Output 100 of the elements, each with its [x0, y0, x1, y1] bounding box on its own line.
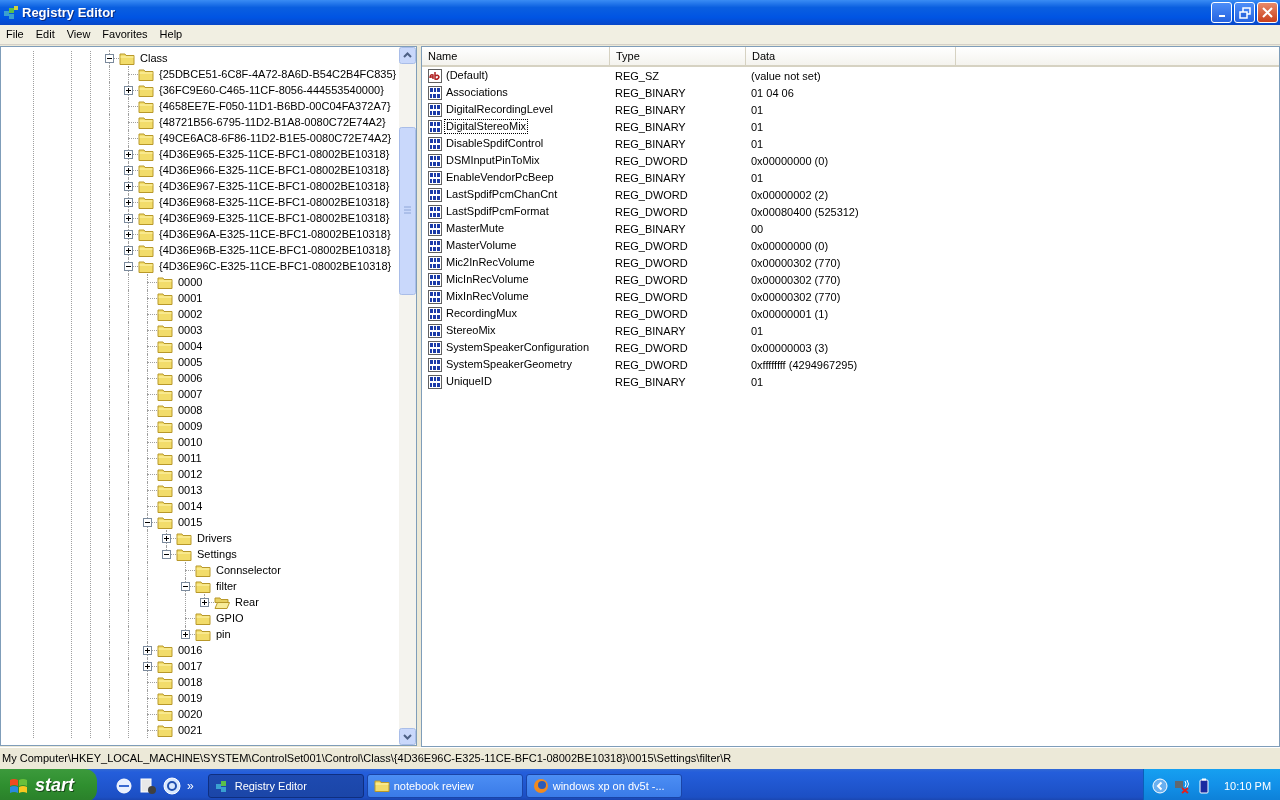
- collapse-button[interactable]: [124, 262, 133, 271]
- value-name[interactable]: UniqueID: [444, 374, 494, 389]
- tree-item[interactable]: {4D36E96A-E325-11CE-BFC1-08002BE10318}: [157, 227, 393, 241]
- tree-item[interactable]: 0001: [176, 291, 205, 305]
- menu-item[interactable]: Help: [153, 26, 189, 43]
- column-header[interactable]: Data: [746, 47, 956, 65]
- restore-button[interactable]: [1234, 2, 1255, 23]
- value-name[interactable]: LastSpdifPcmFormat: [444, 204, 551, 219]
- tree-item[interactable]: {4D36E966-E325-11CE-BFC1-08002BE10318}: [157, 163, 392, 177]
- tree-item[interactable]: 0019: [176, 691, 205, 705]
- tree-item[interactable]: 0000: [176, 275, 205, 289]
- scroll-down-button[interactable]: [399, 728, 416, 745]
- value-name[interactable]: DigitalStereoMix: [444, 119, 529, 134]
- tree-item[interactable]: 0014: [176, 499, 205, 513]
- tree-item[interactable]: 0015: [176, 515, 205, 529]
- value-name[interactable]: EnableVendorPcBeep: [444, 170, 556, 185]
- menu-item[interactable]: Edit: [29, 26, 61, 43]
- menu-item[interactable]: View: [60, 26, 97, 43]
- value-name[interactable]: StereoMix: [444, 323, 498, 338]
- tree-item[interactable]: {4D36E969-E325-11CE-BFC1-08002BE10318}: [157, 211, 392, 225]
- scroll-up-button[interactable]: [399, 47, 416, 64]
- tree-item[interactable]: {4D36E967-E325-11CE-BFC1-08002BE10318}: [157, 179, 392, 193]
- expand-button[interactable]: [124, 166, 133, 175]
- desktop-launch-icon[interactable]: [139, 776, 157, 795]
- menu-item[interactable]: File: [0, 26, 30, 43]
- column-header[interactable]: Name: [422, 47, 610, 65]
- expand-button[interactable]: [124, 246, 133, 255]
- expand-button[interactable]: [124, 182, 133, 191]
- more-launchers-button[interactable]: »: [187, 778, 194, 793]
- tree-item[interactable]: Rear: [233, 595, 261, 609]
- value-name[interactable]: LastSpdifPcmChanCnt: [444, 187, 560, 202]
- start-button[interactable]: start: [0, 769, 97, 800]
- scroll-thumb[interactable]: [399, 127, 416, 295]
- browser-launch-icon[interactable]: [115, 776, 133, 795]
- expand-button[interactable]: [162, 534, 171, 543]
- tree-item[interactable]: 0020: [176, 707, 205, 721]
- tree-item[interactable]: 0021: [176, 723, 205, 737]
- battery-icon[interactable]: [1196, 777, 1212, 794]
- taskbar-button[interactable]: Registry Editor: [207, 773, 364, 798]
- tree-item[interactable]: {4D36E965-E325-11CE-BFC1-08002BE10318}: [157, 147, 392, 161]
- tree-item[interactable]: Drivers: [195, 531, 234, 545]
- menu-item[interactable]: Favorites: [96, 26, 154, 43]
- tree-item[interactable]: 0003: [176, 323, 205, 337]
- tree-item[interactable]: Connselector: [214, 563, 283, 577]
- value-name[interactable]: DigitalRecordingLevel: [444, 102, 555, 117]
- value-name[interactable]: Mic2InRecVolume: [444, 255, 537, 270]
- expand-button[interactable]: [143, 662, 152, 671]
- tree-item[interactable]: pin: [214, 627, 233, 641]
- tree-item[interactable]: 0012: [176, 467, 205, 481]
- collapse-button[interactable]: [105, 54, 114, 63]
- tree-item[interactable]: 0016: [176, 643, 205, 657]
- expand-button[interactable]: [124, 230, 133, 239]
- value-name[interactable]: SystemSpeakerGeometry: [444, 357, 574, 372]
- tree-item[interactable]: 0010: [176, 435, 205, 449]
- tree-item[interactable]: 0008: [176, 403, 205, 417]
- value-name[interactable]: DisableSpdifControl: [444, 136, 546, 151]
- tree-item[interactable]: 0017: [176, 659, 205, 673]
- tree-item[interactable]: 0005: [176, 355, 205, 369]
- tree-item[interactable]: 0011: [176, 451, 204, 465]
- tree-item[interactable]: GPIO: [214, 611, 246, 625]
- expand-button[interactable]: [200, 598, 209, 607]
- tree-item[interactable]: 0009: [176, 419, 205, 433]
- collapse-button[interactable]: [181, 582, 190, 591]
- expand-button[interactable]: [124, 198, 133, 207]
- tree-item[interactable]: Settings: [195, 547, 239, 561]
- value-name[interactable]: (Default): [444, 68, 491, 83]
- value-name[interactable]: MasterMute: [444, 221, 507, 236]
- tree-item[interactable]: filter: [214, 579, 239, 593]
- expand-button[interactable]: [181, 630, 190, 639]
- column-header[interactable]: Type: [610, 47, 746, 65]
- app-launch-icon[interactable]: [163, 776, 181, 795]
- taskbar-button[interactable]: windows xp on dv5t -...: [525, 773, 682, 798]
- tree-item[interactable]: 0006: [176, 371, 205, 385]
- expand-button[interactable]: [124, 86, 133, 95]
- tree-item[interactable]: {4D36E96C-E325-11CE-BFC1-08002BE10318}: [157, 259, 394, 273]
- expand-tray-icon[interactable]: [1152, 777, 1168, 794]
- value-name[interactable]: MicInRecVolume: [444, 272, 531, 287]
- tree-item[interactable]: 0013: [176, 483, 205, 497]
- tree-item[interactable]: {48721B56-6795-11D2-B1A8-0080C72E74A2}: [157, 115, 388, 129]
- tree-item[interactable]: {4D36E968-E325-11CE-BFC1-08002BE10318}: [157, 195, 392, 209]
- tree-item[interactable]: {25DBCE51-6C8F-4A72-8A6D-B54C2B4FC835}: [157, 67, 399, 81]
- value-name[interactable]: MasterVolume: [444, 238, 519, 253]
- scrollbar[interactable]: [399, 47, 416, 745]
- close-button[interactable]: [1257, 2, 1278, 23]
- tree-item[interactable]: Class: [138, 51, 170, 65]
- taskbar-button[interactable]: notebook review: [366, 773, 523, 798]
- value-name[interactable]: RecordingMux: [444, 306, 519, 321]
- tree-item[interactable]: {49CE6AC8-6F86-11D2-B1E5-0080C72E74A2}: [157, 131, 394, 145]
- collapse-button[interactable]: [143, 518, 152, 527]
- minimize-button[interactable]: [1211, 2, 1232, 23]
- tree-item[interactable]: {36FC9E60-C465-11CF-8056-444553540000}: [157, 83, 386, 97]
- value-name[interactable]: Associations: [444, 85, 510, 100]
- value-name[interactable]: SystemSpeakerConfiguration: [444, 340, 592, 355]
- tree-item[interactable]: {4D36E96B-E325-11CE-BFC1-08002BE10318}: [157, 243, 393, 257]
- expand-button[interactable]: [143, 646, 152, 655]
- expand-button[interactable]: [124, 150, 133, 159]
- value-name[interactable]: MixInRecVolume: [444, 289, 531, 304]
- value-name[interactable]: DSMInputPinToMix: [444, 153, 542, 168]
- tree-item[interactable]: 0004: [176, 339, 205, 353]
- expand-button[interactable]: [124, 214, 133, 223]
